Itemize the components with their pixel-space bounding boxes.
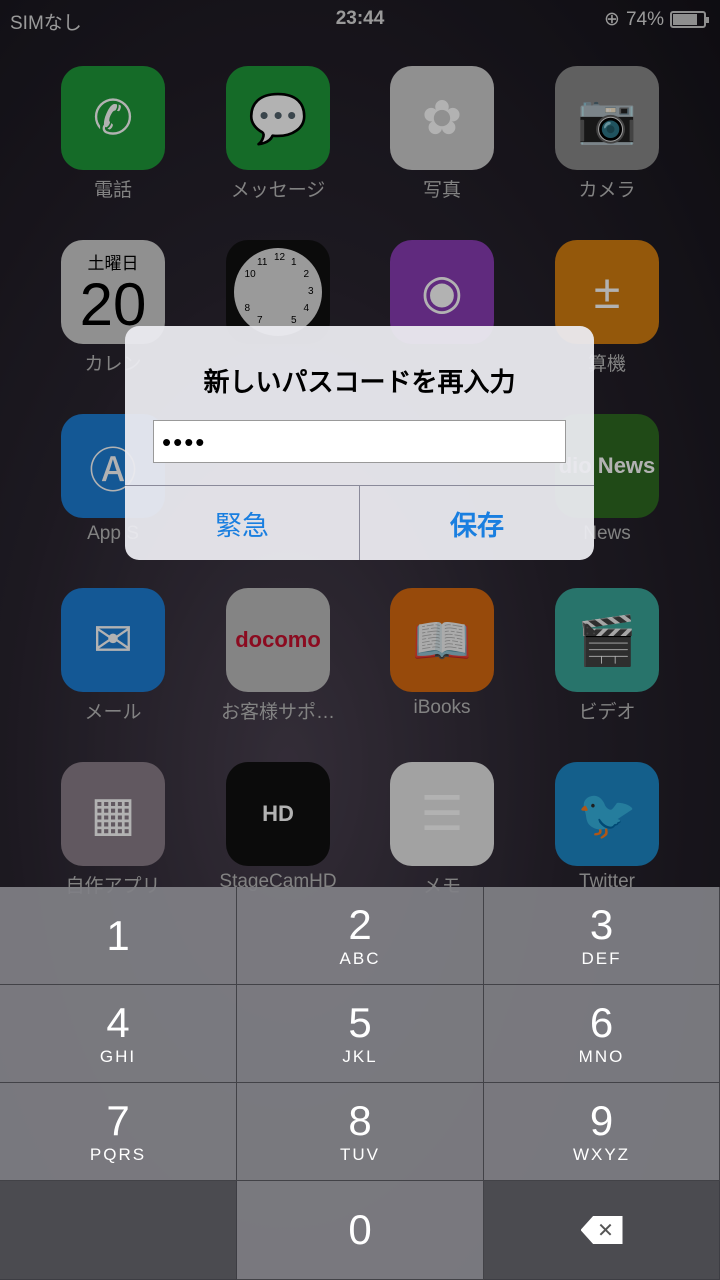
camera-icon: 📷 <box>555 66 659 170</box>
calendar-day: 土曜日 <box>87 253 139 273</box>
app-label: 電話 <box>93 180 132 201</box>
key-8[interactable]: 8 TUV <box>237 1083 484 1181</box>
key-6[interactable]: 6 MNO <box>484 985 720 1083</box>
app-label: カメラ <box>578 180 636 201</box>
app-stagecam[interactable]: HD StageCamHD <box>208 762 348 893</box>
app-phone[interactable]: ✆ 電話 <box>43 66 183 202</box>
key-digit: 2 <box>348 900 372 948</box>
key-digit: 5 <box>348 998 372 1046</box>
clock-number: 8 <box>244 303 251 314</box>
folder-icon: ▦ <box>61 762 165 866</box>
videos-icon: 🎬 <box>555 588 659 692</box>
clock-number: 10 <box>244 269 256 280</box>
photos-icon: ✿ <box>390 66 494 170</box>
backspace-icon: ✕ <box>580 1216 623 1244</box>
key-5[interactable]: 5 JKL <box>237 985 484 1083</box>
mail-icon: ✉ <box>61 588 165 692</box>
twitter-icon: 🐦 <box>555 762 659 866</box>
app-label: メール <box>84 702 142 723</box>
key-2[interactable]: 2 ABC <box>237 887 484 985</box>
key-digit: 8 <box>348 1096 372 1144</box>
battery-fill <box>673 14 697 25</box>
save-button[interactable]: 保存 <box>359 486 594 560</box>
clock-number: 4 <box>303 303 309 314</box>
app-docomo-support[interactable]: docomo お客様サポ… <box>208 588 348 724</box>
app-mail[interactable]: ✉ メール <box>43 588 183 724</box>
key-letters: ABC <box>339 948 381 968</box>
app-videos[interactable]: 🎬 ビデオ <box>537 588 677 724</box>
key-digit: 4 <box>106 998 130 1046</box>
clock-number: 5 <box>291 315 297 327</box>
key-letters: WXYZ <box>572 1144 631 1164</box>
key-digit: 0 <box>348 1206 372 1253</box>
app-ibooks[interactable]: 📖 iBooks <box>372 588 512 719</box>
app-photos[interactable]: ✿ 写真 <box>372 66 512 202</box>
app-twitter[interactable]: 🐦 Twitter <box>537 762 677 893</box>
app-messages[interactable]: 💬 メッセージ <box>208 66 348 202</box>
battery-percent: 74% <box>625 8 664 30</box>
key-3[interactable]: 3 DEF <box>484 887 720 985</box>
key-letters: MNO <box>578 1046 625 1066</box>
key-9[interactable]: 9 WXYZ <box>484 1083 720 1181</box>
key-letters: PQRS <box>89 1144 147 1164</box>
blank-key <box>0 1181 237 1280</box>
key-letters: DEF <box>581 948 622 968</box>
icon-text: docomo <box>235 627 321 652</box>
clock-number: 2 <box>303 269 309 280</box>
key-4[interactable]: 4 GHI <box>0 985 237 1083</box>
clock-face: 12 1 2 3 4 5 7 8 10 11 <box>234 248 322 336</box>
app-label: メッセージ <box>230 180 326 201</box>
numeric-keypad: 1 2 ABC 3 DEF 4 GHI 5 JKL 6 MNO 7 PQRS 8 TUV 9 WXYZ 0 ✕ <box>0 887 720 1280</box>
key-letters: JKL <box>342 1046 378 1066</box>
app-label: 写真 <box>422 180 461 201</box>
app-notes[interactable]: ☰メモ <box>372 762 512 898</box>
clock-number: 1 <box>291 256 297 268</box>
notes-icon: ☰ <box>390 762 494 866</box>
key-letters: GHI <box>99 1046 137 1066</box>
app-camera[interactable]: 📷 カメラ <box>537 66 677 202</box>
ibooks-icon: 📖 <box>390 588 494 692</box>
phone-icon: ✆ <box>61 66 165 170</box>
app-label: お客様サポ… <box>220 702 335 723</box>
delete-key[interactable]: ✕ <box>484 1181 720 1280</box>
clock-number: 12 <box>274 252 286 263</box>
key-digit: 1 <box>106 911 130 959</box>
key-digit: 9 <box>589 1096 614 1144</box>
clock-number: 7 <box>257 315 263 327</box>
key-letters: TUV <box>340 1144 380 1164</box>
battery-icon <box>670 11 709 28</box>
passcode-input[interactable]: •••• <box>153 420 566 463</box>
emergency-button[interactable]: 緊急 <box>125 486 359 560</box>
icon-text: HD <box>262 801 294 826</box>
stagecam-icon: HD <box>226 762 330 866</box>
alert-title: 新しいパスコードを再入力 <box>203 367 516 397</box>
key-digit: 3 <box>589 900 614 948</box>
key-digit: 7 <box>106 1096 130 1144</box>
app-folder[interactable]: ▦自作アプリ <box>43 762 183 898</box>
docomo-support-icon: docomo <box>226 588 330 692</box>
key-digit: 6 <box>589 998 614 1046</box>
rotation-lock-icon: ⊕ <box>604 9 620 30</box>
key-0[interactable]: 0 <box>237 1181 484 1280</box>
clock-number: 3 <box>308 286 314 297</box>
key-7[interactable]: 7 PQRS <box>0 1083 237 1181</box>
clock-number: 11 <box>257 256 268 268</box>
key-1[interactable]: 1 <box>0 887 237 985</box>
status-bar: SIMなし 23:44 ⊕ 74% <box>0 0 720 38</box>
passcode-alert: 新しいパスコードを再入力 •••• 緊急 保存 <box>125 326 594 560</box>
app-label: iBooks <box>413 697 471 718</box>
messages-icon: 💬 <box>226 66 330 170</box>
app-label: ビデオ <box>578 702 636 723</box>
